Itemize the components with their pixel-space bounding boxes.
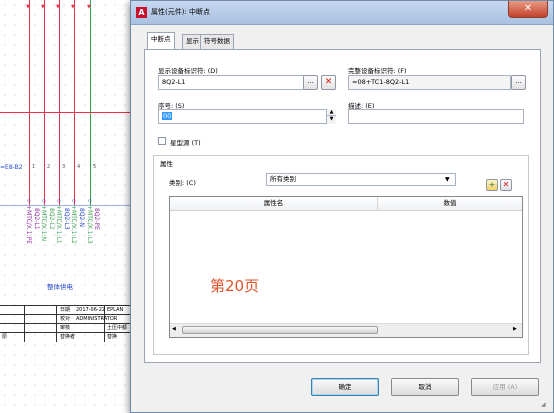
dialog-title: 属性(元件): 中断点	[151, 8, 211, 16]
arrow-down-icon: ▼	[41, 4, 45, 10]
display-dt-input[interactable]: 8Q2-L1	[158, 75, 313, 90]
interruption-point-icon[interactable]: ◇	[72, 198, 76, 204]
properties-dialog: A 属性(元件): 中断点 ✕ 中断点 显示 符号数据 显示设备标识符: (D)…	[130, 0, 554, 413]
description-input[interactable]	[348, 109, 524, 124]
sequence-spinner[interactable]: ▲ ▼	[326, 109, 336, 124]
spin-up-icon[interactable]: ▲	[327, 109, 336, 116]
interruption-point-icon[interactable]: ◇	[88, 198, 92, 204]
editor-value: ADMINISTRATOR	[76, 316, 118, 322]
conn-label: 8Q2-PE	[93, 208, 100, 230]
add-property-button[interactable]: +	[486, 179, 498, 191]
cancel-button[interactable]: 取消	[391, 378, 459, 396]
wire-line	[29, 0, 30, 205]
device-label: +MTC/X.1:N	[40, 205, 47, 242]
scroll-right-icon[interactable]: ▶	[513, 326, 517, 332]
date-label: 日期	[60, 307, 71, 313]
ok-button[interactable]: 确定	[311, 378, 379, 396]
arrow-down-icon: ▼	[56, 4, 60, 10]
sequence-input[interactable]: 00	[158, 109, 336, 124]
full-dt-browse-button[interactable]: ...	[511, 75, 526, 90]
column-number: 5	[93, 164, 97, 170]
device-label: +MTC/X.1:L1	[55, 205, 62, 244]
display-dt-browse-button[interactable]: ...	[303, 75, 318, 90]
bus-line	[0, 112, 130, 113]
wire-line	[90, 0, 91, 205]
bus-line	[0, 205, 130, 206]
date-value: 2017-06-22	[76, 307, 106, 313]
eplan-logo-icon: A	[136, 7, 147, 18]
title-block: 日期 2017-06-22 校对 ADMINISTRATOR 审核 原 替换者 …	[0, 305, 130, 342]
tab-interruption-point[interactable]: 中断点	[147, 32, 175, 50]
star-source-checkbox[interactable]	[158, 137, 166, 145]
wire-line	[74, 0, 75, 205]
spin-down-icon[interactable]: ▼	[327, 116, 336, 123]
original-label: 原	[2, 334, 8, 340]
column-number: 4	[77, 164, 81, 170]
scroll-left-icon[interactable]: ◀	[172, 326, 176, 332]
delete-x-icon[interactable]: ✕	[321, 75, 336, 90]
horizontal-scrollbar[interactable]: ◀ ▶	[170, 323, 522, 337]
category-label: 类别: (C)	[169, 179, 196, 187]
sequence-value: 00	[162, 112, 173, 120]
scrollbar-thumb[interactable]	[182, 326, 378, 334]
column-number: 2	[47, 164, 51, 170]
dialog-titlebar[interactable]: A 属性(元件): 中断点 ✕	[131, 1, 553, 25]
company-label: 土压中都	[107, 325, 128, 331]
close-button[interactable]: ✕	[508, 1, 548, 18]
approve-label: 审核	[60, 325, 71, 331]
column-number: 1	[32, 164, 36, 170]
replace-label: 替换者	[60, 334, 76, 340]
column-header-value[interactable]: 数值	[378, 197, 522, 211]
column-number: 3	[62, 164, 66, 170]
conn-label: 8Q2-L2	[48, 208, 55, 230]
arrow-down-icon: ▼	[71, 4, 75, 10]
display-dt-label: 显示设备标识符: (D)	[158, 67, 218, 75]
conn-label: 8Q2-L1	[33, 208, 40, 230]
interruption-point-icon[interactable]: ◇	[27, 198, 31, 204]
star-source-label: 星型源 (T)	[170, 139, 201, 147]
device-label: +MTC/X.1:L3	[86, 205, 93, 244]
extra-label: 替换	[107, 334, 118, 340]
delete-property-button[interactable]: ✕	[500, 179, 512, 191]
tab-symbol-data[interactable]: 符号数据	[200, 34, 234, 49]
conn-label: 8Q2-L3	[63, 208, 70, 230]
arrow-down-icon: ▼	[26, 4, 30, 10]
full-dt-label: 完整设备标识符: (F)	[348, 67, 407, 75]
resize-grip-icon[interactable]: ◢	[541, 401, 546, 408]
category-value: 所有类别	[270, 175, 296, 183]
properties-group-title: 属性	[158, 158, 175, 168]
conn-label: 8Q2-N	[78, 208, 85, 228]
arrow-down-icon: ▼	[87, 4, 91, 10]
properties-grid[interactable]: 属性名 数值 第20页 ◀ ▶	[169, 196, 523, 338]
column-header-property-name[interactable]: 属性名	[170, 197, 378, 211]
category-select[interactable]: 所有类别	[266, 173, 456, 186]
wire-line	[59, 0, 60, 205]
editor-label: 校对	[60, 316, 71, 322]
brand-label: EPLAN	[107, 307, 124, 313]
device-label: +MTC/X.1:L2	[70, 205, 77, 244]
voltage-label: =E8-B2	[0, 164, 23, 171]
page-watermark: 第20页	[210, 277, 260, 295]
full-dt-input[interactable]: =08+TC1-8Q2-L1	[348, 75, 511, 90]
apply-button[interactable]: 应用 (A)	[471, 378, 539, 396]
interruption-point-icon[interactable]: ◇	[57, 198, 61, 204]
chevron-down-icon[interactable]: ▼	[445, 174, 450, 185]
eplan-workspace: ▼ ▼ ▼ ▼ ▼ =E8-B2 1 2 3 4 5 ◇ ◇ ◇ ◇ ◇ 8Q2…	[0, 0, 554, 413]
schematic-caption: 整体供电	[47, 283, 73, 291]
wire-line	[44, 0, 45, 205]
interruption-point-icon[interactable]: ◇	[42, 198, 46, 204]
device-label: +MTC/X.1:PE	[25, 205, 32, 244]
